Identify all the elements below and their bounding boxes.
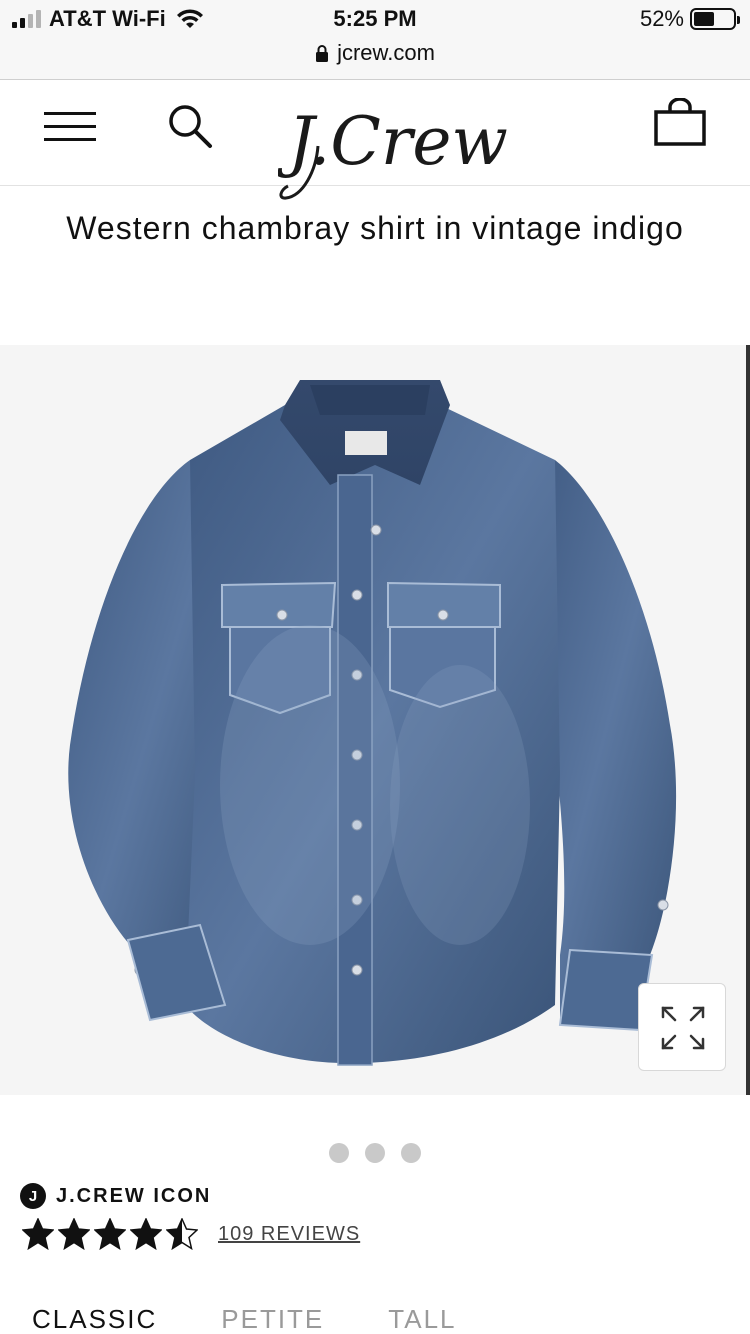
carousel-dot[interactable]	[401, 1143, 421, 1163]
star-icon	[22, 1218, 54, 1250]
clock: 5:25 PM	[333, 6, 417, 31]
product-image	[68, 380, 677, 1066]
expand-image-button[interactable]	[638, 983, 726, 1071]
reviews-link[interactable]: 109 REVIEWS	[218, 1223, 360, 1246]
rating-row: 109 REVIEWS	[22, 1218, 360, 1250]
star-icon	[58, 1218, 90, 1250]
brand-label: J.CREW ICON	[56, 1184, 212, 1207]
battery-percent: 52%	[639, 6, 684, 31]
carousel-dot[interactable]	[329, 1143, 349, 1163]
battery-icon	[690, 8, 740, 30]
star-rating	[22, 1218, 198, 1250]
search-icon[interactable]	[166, 102, 214, 150]
address-bar[interactable]: jcrew.com	[0, 40, 750, 66]
shopping-bag-icon[interactable]	[652, 98, 708, 146]
star-icon	[166, 1218, 198, 1250]
status-right: 52%	[639, 6, 740, 32]
star-icon	[130, 1218, 162, 1250]
brand-badge-icon: J	[20, 1183, 46, 1209]
carousel-dot[interactable]	[365, 1143, 385, 1163]
menu-icon[interactable]	[44, 112, 96, 142]
battery-level	[694, 12, 714, 26]
fit-tab-classic[interactable]: CLASSIC	[32, 1304, 157, 1334]
jcrew-logo[interactable]: J.Crew	[278, 86, 508, 206]
lock-icon	[316, 45, 329, 62]
url-text: jcrew.com	[337, 40, 435, 65]
site-header: J.Crew	[0, 80, 750, 200]
status-bar: AT&T Wi-Fi 5:25 PM 52% jcrew.com	[0, 0, 750, 80]
brand-line: J J.CREW ICON	[20, 1183, 211, 1209]
fit-tabs: CLASSIC PETITE TALL	[32, 1304, 457, 1334]
fit-tab-petite[interactable]: PETITE	[221, 1304, 324, 1334]
fit-tab-tall[interactable]: TALL	[388, 1304, 456, 1334]
carousel-dots	[0, 1143, 750, 1163]
product-title: Western chambray shirt in vintage indigo	[66, 210, 684, 246]
carousel-edge	[746, 345, 750, 1095]
product-image-carousel[interactable]	[0, 345, 750, 1095]
expand-icon	[661, 1006, 705, 1050]
star-icon	[94, 1218, 126, 1250]
